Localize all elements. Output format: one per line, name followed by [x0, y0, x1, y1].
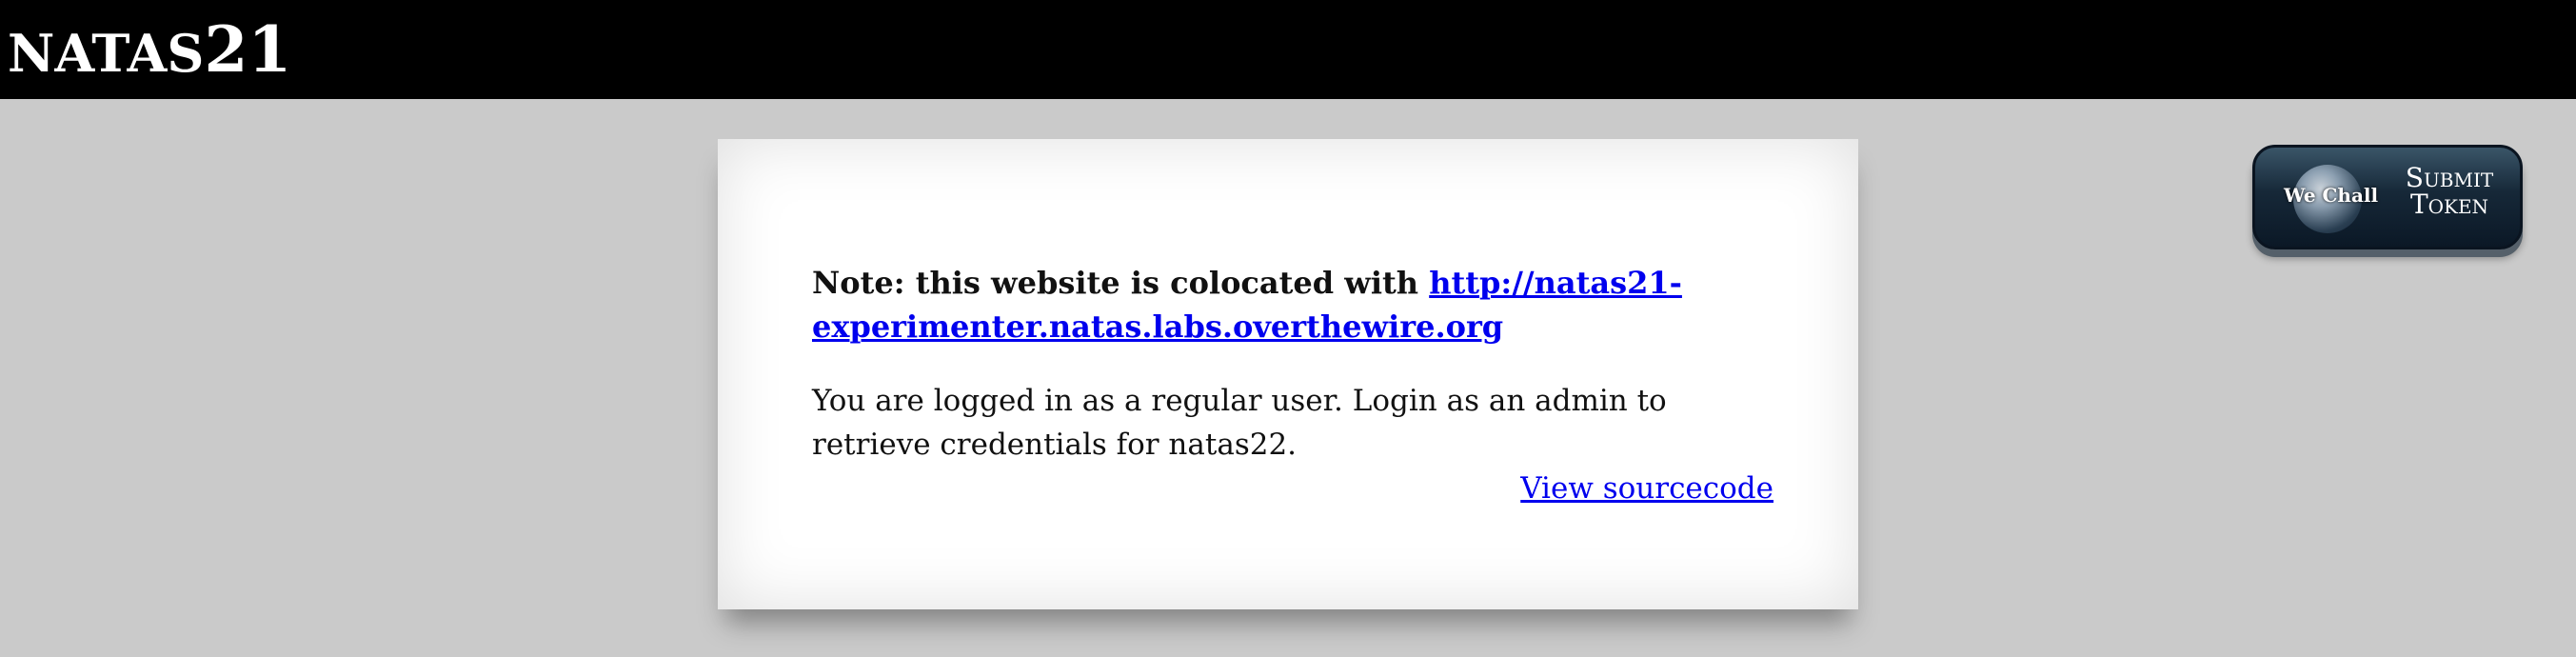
source-link-row: View sourcecode [812, 467, 1773, 510]
wechall-logo-text: We Chall [2284, 184, 2379, 207]
submit-token-label: Submit Token [2385, 165, 2514, 218]
note-label: Note: this website is colocated with [812, 265, 1430, 301]
colocation-note: Note: this website is colocated with htt… [812, 261, 1773, 348]
site-header: NATAS21 [0, 0, 2576, 99]
view-sourcecode-link[interactable]: View sourcecode [1520, 471, 1773, 506]
content-panel: Note: this website is colocated with htt… [718, 139, 1858, 609]
submit-label-line1: Submit [2405, 162, 2494, 193]
page-title-prefix: NATAS [8, 23, 205, 84]
page-title-number: 21 [204, 12, 292, 87]
submit-label-line2: Token [2409, 189, 2489, 220]
content-body: Note: this website is colocated with htt… [812, 261, 1773, 510]
page-title: NATAS21 [8, 10, 291, 107]
wechall-submit-token-button[interactable]: We Chall Submit Token [2252, 145, 2523, 249]
login-status-message: You are logged in as a regular user. Log… [812, 384, 1667, 462]
